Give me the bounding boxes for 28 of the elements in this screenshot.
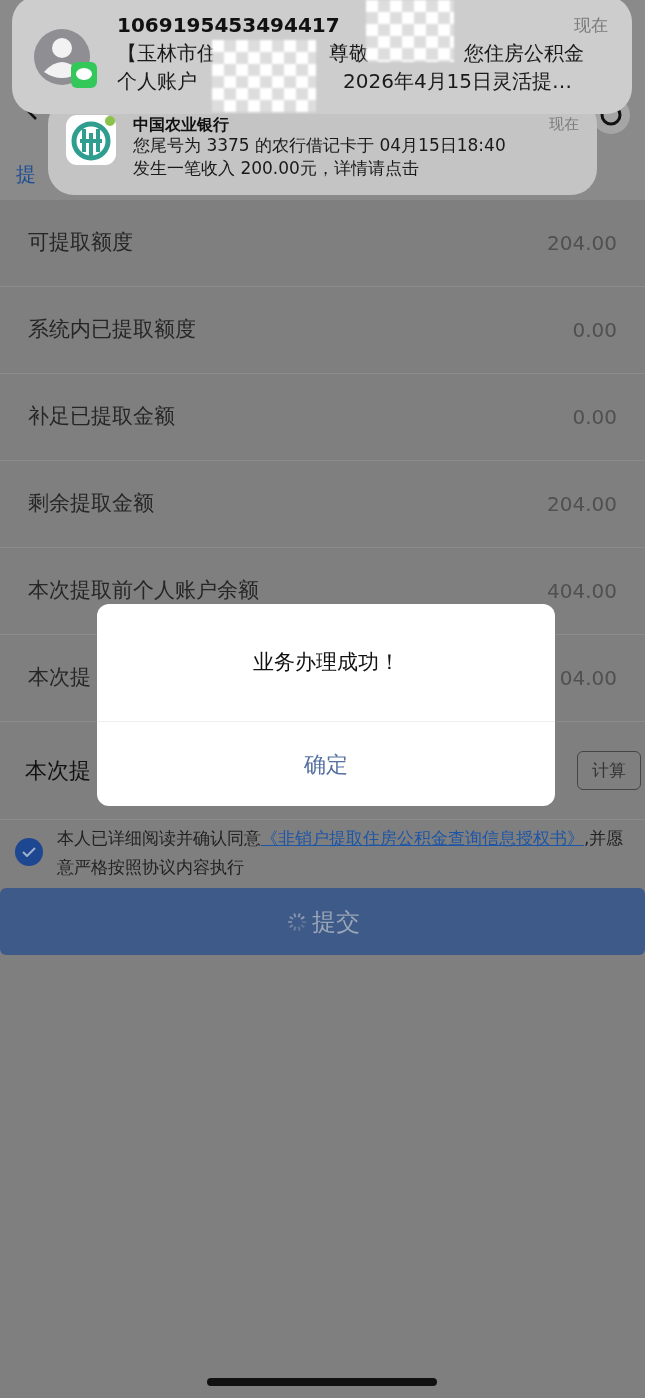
message-text: 尊敬 bbox=[329, 39, 369, 67]
submit-button[interactable]: 提交 bbox=[0, 888, 645, 955]
confirm-button[interactable]: 确定 bbox=[97, 722, 555, 806]
calculate-button[interactable]: 计算 bbox=[577, 750, 641, 791]
field-label: 补足已提取金额 bbox=[28, 403, 175, 431]
checkbox[interactable] bbox=[15, 838, 43, 866]
message-text: 【玉林市住 bbox=[117, 39, 217, 67]
sender-name: 1069195453494417 bbox=[117, 13, 340, 37]
field-label: 本次提 bbox=[25, 757, 91, 785]
field-label: 系统内已提取额度 bbox=[28, 316, 196, 344]
field-label: 本次提 bbox=[28, 664, 91, 692]
notification-time: 现在 bbox=[549, 115, 579, 134]
field-label: 本次提取前个人账户余额 bbox=[28, 577, 259, 605]
agreement-text: 本人已详细阅读并确认同意《非销户提取住房公积金查询信息授权书》,并愿意严格按照协议内容执行 bbox=[57, 827, 625, 879]
bank-logo-icon bbox=[66, 115, 116, 165]
message-text: 2026年4月15日灵活提… bbox=[343, 67, 573, 95]
field-label: 剩余提取金额 bbox=[28, 490, 154, 518]
checkmark-icon bbox=[22, 847, 36, 857]
field-label: 可提取额度 bbox=[28, 229, 133, 257]
message-text: 发生一笔收入 200.00元，详情请点击 bbox=[133, 157, 419, 180]
contact-avatar-icon bbox=[33, 26, 99, 90]
message-text: 个人账户 bbox=[117, 67, 197, 95]
dialog-message: 业务办理成功！ bbox=[97, 604, 555, 722]
sender-name: 中国农业银行 bbox=[133, 115, 229, 134]
message-text: 您住房公积金 bbox=[464, 39, 584, 67]
message-text: 您尾号为 3375 的农行借记卡于 04月15日18:40 bbox=[133, 134, 506, 157]
notification-time: 现在 bbox=[574, 14, 608, 37]
section-title: 提 bbox=[16, 161, 36, 188]
